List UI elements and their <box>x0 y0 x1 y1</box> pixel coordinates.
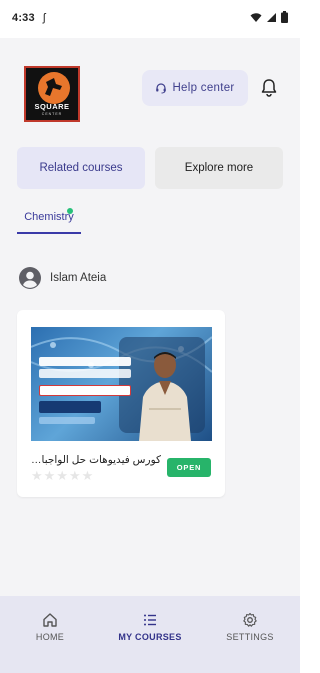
teacher-name: Islam Ateia <box>50 272 107 284</box>
star-icon: ★ <box>56 468 68 483</box>
open-course-button[interactable]: OPEN <box>167 458 211 477</box>
tab-chemistry[interactable]: Chemistry <box>17 206 81 234</box>
bell-icon[interactable] <box>258 77 280 99</box>
star-icon: ★ <box>68 468 81 483</box>
tab-related-courses[interactable]: Related courses <box>17 147 145 189</box>
status-notification-icon: ʃ <box>43 12 46 24</box>
thumbnail-title-line <box>39 369 131 378</box>
tab-explore-more[interactable]: Explore more <box>155 147 283 189</box>
nav-my-courses-label: MY COURSES <box>118 632 182 642</box>
gear-icon <box>243 612 257 627</box>
signal-icon <box>267 12 276 22</box>
battery-icon <box>281 11 288 23</box>
new-indicator-dot <box>67 208 73 214</box>
bottom-navigation: HOME MY COURSES SETTINGS <box>0 596 300 673</box>
person-icon <box>19 267 41 289</box>
help-center-button[interactable]: Help center <box>142 70 248 106</box>
nav-settings[interactable]: SETTINGS <box>210 612 290 642</box>
teacher-row[interactable]: Islam Ateia <box>18 265 106 291</box>
course-card[interactable]: كورس فيديوهات حل الواجبات وا... ★ ★ ★ ★ … <box>17 310 225 497</box>
status-bar: 4:33 ʃ <box>0 0 300 38</box>
thumbnail-grade-line <box>39 417 95 424</box>
nav-home-label: HOME <box>35 632 65 642</box>
list-icon <box>144 614 156 626</box>
course-title: كورس فيديوهات حل الواجبات وا... <box>31 454 161 466</box>
teacher-photo <box>139 352 191 441</box>
nav-my-courses[interactable]: MY COURSES <box>110 612 190 642</box>
nav-home[interactable]: HOME <box>10 612 90 642</box>
tab-explore-more-label: Explore more <box>184 162 254 174</box>
star-icon: ★ <box>43 468 56 483</box>
status-icons <box>250 11 288 23</box>
nav-settings-label: SETTINGS <box>226 632 274 642</box>
headset-icon <box>156 83 167 94</box>
help-center-label: Help center <box>172 82 235 94</box>
star-icon: ★ <box>81 468 94 483</box>
tab-related-courses-label: Related courses <box>39 162 123 174</box>
rating-stars: ★ ★ ★ ★ ★ <box>31 468 93 484</box>
tab-chemistry-label: Chemistry <box>24 211 74 223</box>
wifi-icon <box>250 12 262 22</box>
logo-text: SQUARE <box>34 102 70 111</box>
course-thumbnail <box>31 327 212 441</box>
home-icon <box>43 613 57 627</box>
square-center-logo: SQUARE CENTER <box>24 66 80 122</box>
thumbnail-banner-red <box>39 385 131 396</box>
logo-subtext: CENTER <box>41 112 63 116</box>
star-icon: ★ <box>31 468 43 483</box>
logo-figure-icon <box>45 78 62 96</box>
thumbnail-title-line <box>39 357 131 366</box>
status-time: 4:33 <box>12 12 35 24</box>
thumbnail-name-banner <box>39 401 101 413</box>
